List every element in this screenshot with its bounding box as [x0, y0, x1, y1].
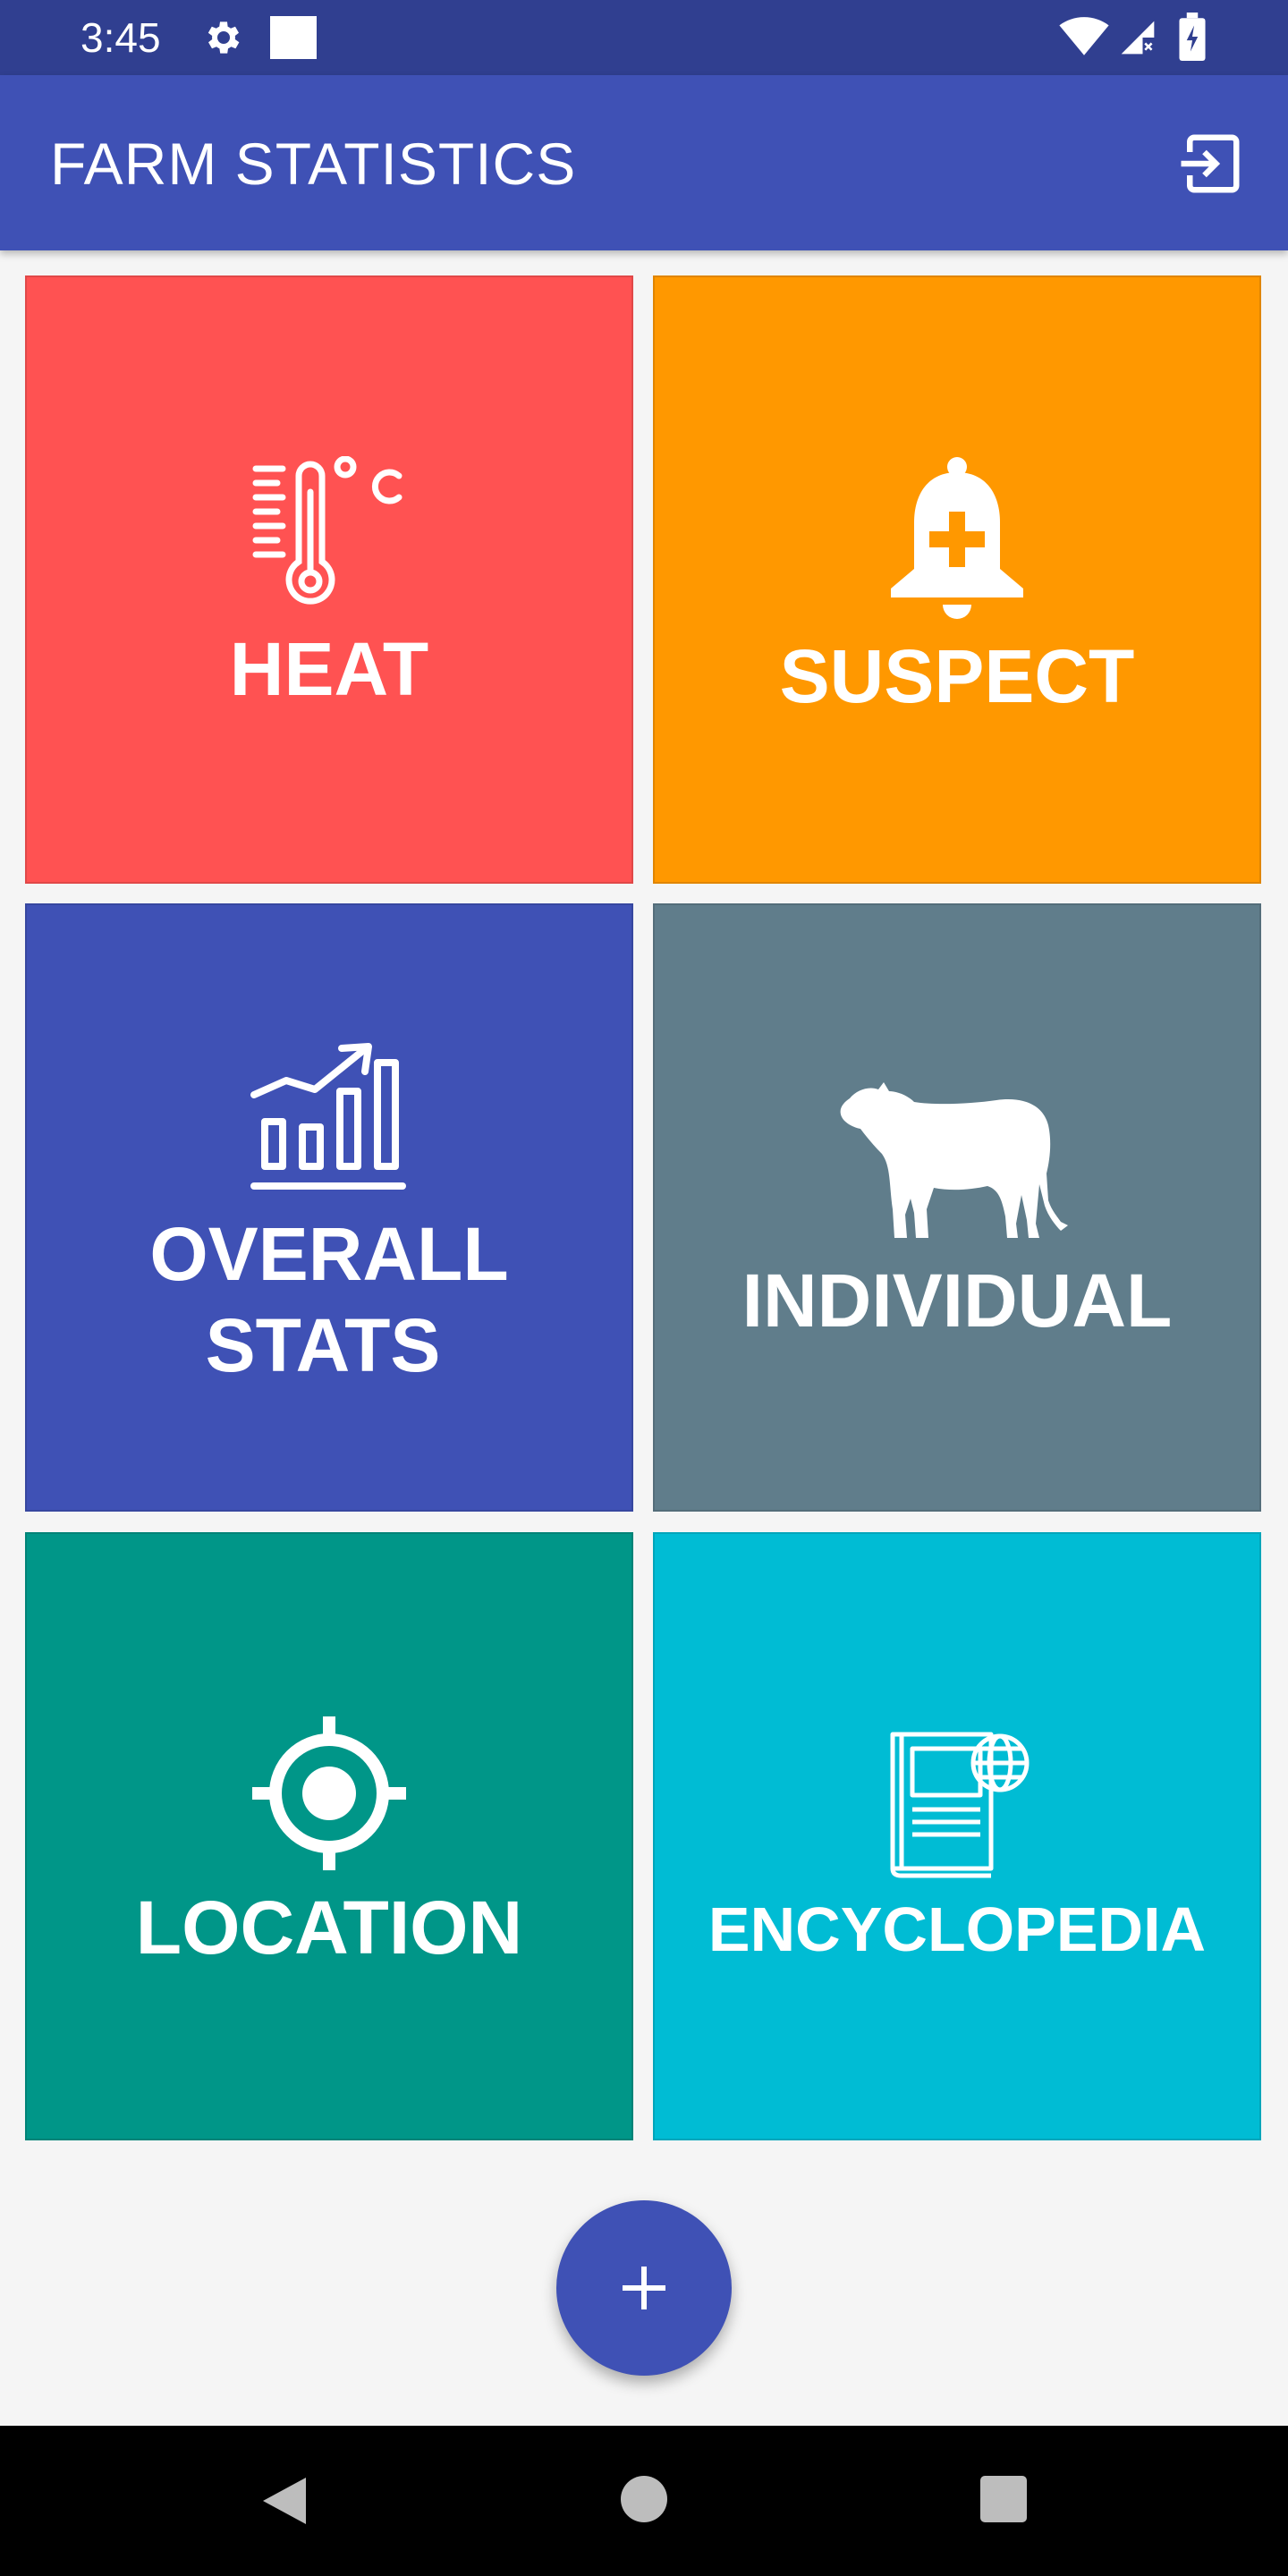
home-icon[interactable] — [617, 2472, 671, 2526]
wifi-icon — [1059, 17, 1109, 55]
thermometer-icon — [252, 456, 402, 605]
status-time: 3:45 — [80, 14, 161, 61]
app-bar: FARM STATISTICS — [0, 75, 1288, 250]
recents-icon[interactable] — [977, 2472, 1030, 2526]
cow-icon — [840, 1082, 1068, 1238]
tile-individual[interactable]: INDIVIDUAL — [653, 903, 1261, 1512]
page-title: FARM STATISTICS — [50, 131, 577, 197]
back-icon[interactable] — [258, 2472, 315, 2529]
logout-icon[interactable] — [1175, 129, 1245, 199]
tile-location-label: LOCATION — [135, 1885, 523, 1970]
tile-overall-label-line2: STATS — [205, 1303, 441, 1387]
tile-suspect-label: SUSPECT — [779, 634, 1135, 718]
tile-overall-stats[interactable]: OVERALL STATS — [25, 903, 633, 1512]
plus-icon — [623, 2267, 665, 2309]
tile-suspect[interactable]: SUSPECT — [653, 275, 1261, 884]
navigation-bar — [0, 2426, 1288, 2576]
gear-icon — [208, 21, 240, 54]
add-fab-button[interactable] — [556, 2200, 732, 2376]
tile-heat[interactable]: HEAT — [25, 275, 633, 884]
status-bar: 3:45 — [0, 0, 1288, 75]
square-notification-icon — [270, 16, 317, 59]
tile-encyclopedia[interactable]: ENCYCLOPEDIA — [653, 1532, 1261, 2140]
tile-individual-label: INDIVIDUAL — [741, 1258, 1173, 1343]
signal-icon — [1121, 21, 1155, 55]
location-target-icon — [252, 1716, 406, 1870]
tile-heat-label: HEAT — [229, 627, 429, 711]
book-globe-icon — [890, 1732, 1030, 1878]
tile-encyclopedia-label: ENCYCLOPEDIA — [708, 1894, 1207, 1964]
bell-plus-icon — [891, 457, 1023, 619]
bar-chart-icon — [250, 1043, 406, 1190]
tile-overall-label-line1: OVERALL — [149, 1212, 509, 1296]
battery-icon — [1179, 13, 1206, 61]
tile-location[interactable]: LOCATION — [25, 1532, 633, 2140]
